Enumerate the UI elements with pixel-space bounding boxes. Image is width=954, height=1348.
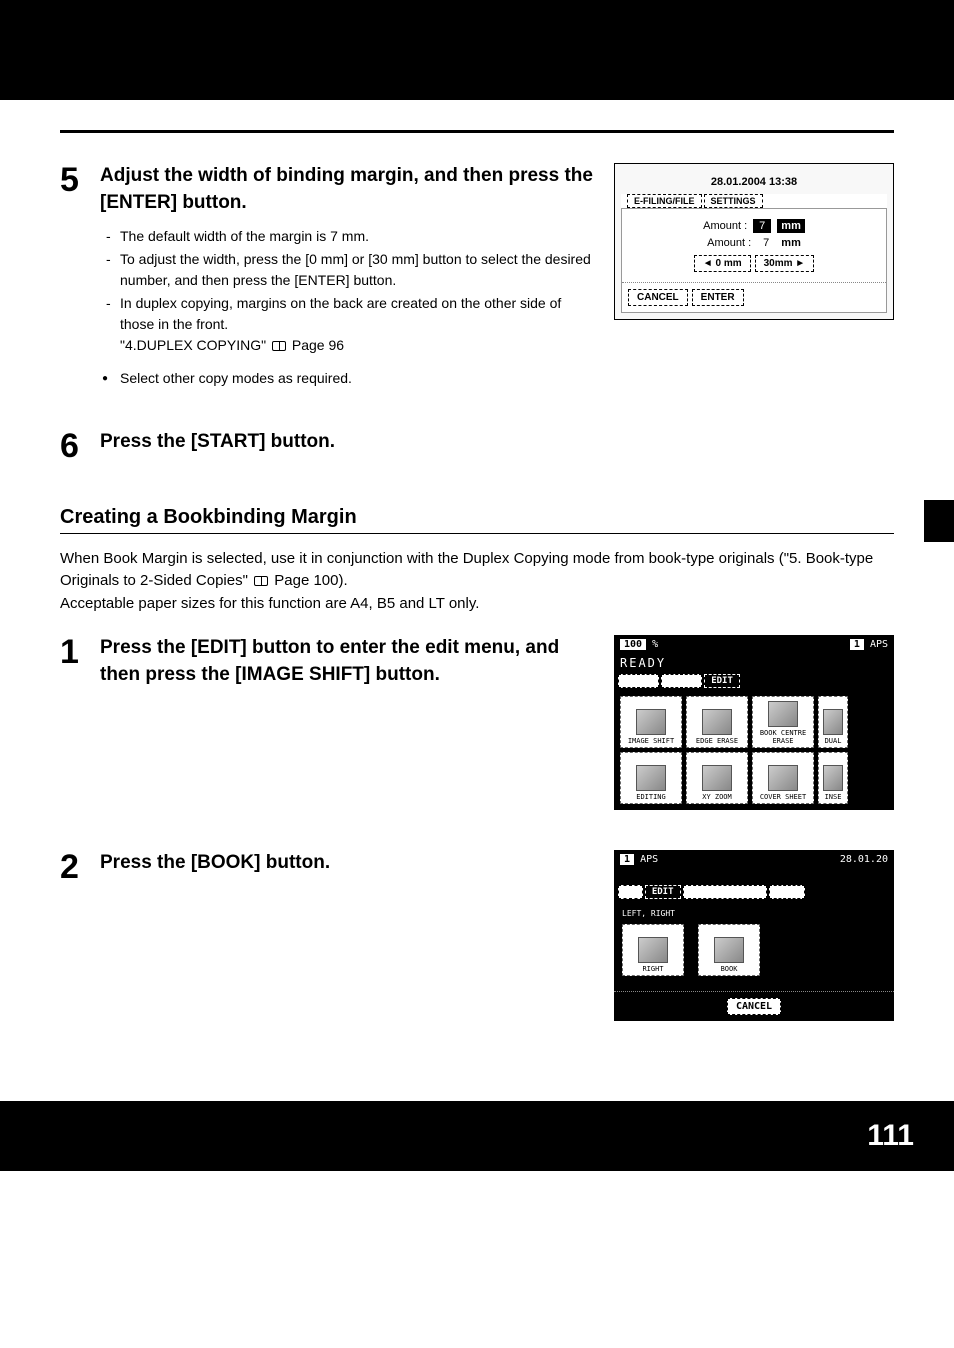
step-5-row: 5 Adjust the width of binding margin, an… [60, 163, 894, 389]
lcd-date: 28.01.20 [840, 854, 888, 865]
page-number: 111 [867, 1119, 914, 1153]
dot-bullet: Select other copy modes as required. [100, 368, 594, 389]
button-cover-sheet[interactable]: COVER SHEET [752, 752, 814, 804]
step-number-5: 5 [60, 163, 100, 197]
tab-basic[interactable]: BASIC [618, 674, 659, 688]
page-footer: 111 [0, 1101, 954, 1171]
intro-paragraph: When Book Margin is selected, use it in … [60, 548, 894, 616]
section-heading: Creating a Bookbinding Margin [60, 506, 894, 534]
aps-label: APS [640, 854, 658, 865]
ready-label: READY [614, 654, 894, 672]
lcd-screen-edit: 100 % 1 APS READY BASIC IMAGE EDIT IMAGE… [614, 635, 894, 810]
editing-icon [636, 765, 666, 791]
amount-value-1: 7 [753, 219, 771, 233]
left-right-label: LEFT, RIGHT [622, 909, 886, 918]
image-shift-icon [636, 709, 666, 735]
figure-screen-3: 1 APS 28.01.20 GE EDIT E-FILING/FILE SET… [614, 850, 894, 1021]
bullet-item: The default width of the margin is 7 mm. [100, 226, 594, 247]
button-inse[interactable]: INSE [818, 752, 848, 804]
button-cancel[interactable]: CANCEL [628, 289, 688, 306]
inse-icon [823, 765, 843, 791]
zoom-value: 100 [620, 639, 646, 650]
bullet-item: To adjust the width, press the [0 mm] or… [100, 249, 594, 291]
button-0mm[interactable]: ◄ 0 mm [694, 255, 751, 272]
button-editing[interactable]: EDITING [620, 752, 682, 804]
step-5-title: Adjust the width of binding margin, and … [100, 163, 594, 216]
reference-text: "4.DUPLEX COPYING" [120, 337, 266, 353]
amount-row-front: Amount : 7 mm [632, 219, 876, 233]
bullet-item: In duplex copying, margins on the back a… [100, 293, 594, 356]
tab-edit[interactable]: EDIT [704, 674, 740, 688]
top-rule [60, 130, 894, 133]
book-icon [272, 341, 286, 351]
tab-edit[interactable]: EDIT [645, 885, 681, 899]
step-2b-row: 2 Press the [BOOK] button. 1 APS 28.01.2… [60, 850, 894, 1021]
intro-text-2: Acceptable paper sizes for this function… [60, 595, 479, 612]
tab-efiling[interactable]: E-FILING/FILE [627, 194, 702, 208]
button-image-shift[interactable]: IMAGE SHIFT [620, 696, 682, 748]
amount-label: Amount : [707, 237, 751, 249]
step-1b-title: Press the [EDIT] button to enter the edi… [100, 635, 594, 688]
amount-value-2: 7 [757, 237, 775, 249]
step-number-6: 6 [60, 429, 100, 463]
reference-page: Page 96 [292, 337, 344, 353]
step-number-1b: 1 [60, 635, 100, 669]
step-1b-row: 1 Press the [EDIT] button to enter the e… [60, 635, 894, 810]
aps-label: APS [870, 639, 888, 650]
tab-sett[interactable]: SETT [769, 885, 805, 899]
tab-image[interactable]: IMAGE [661, 674, 702, 688]
step-6-title: Press the [START] button. [100, 429, 894, 456]
bullet-text: In duplex copying, margins on the back a… [120, 295, 561, 332]
button-xy-zoom[interactable]: XY ZOOM [686, 752, 748, 804]
xy-zoom-icon [702, 765, 732, 791]
lcd-tabs: E-FILING/FILE SETTINGS [621, 194, 887, 208]
intro-text-1: When Book Margin is selected, use it in … [60, 550, 873, 590]
step-5-bullets: The default width of the margin is 7 mm.… [100, 226, 594, 356]
button-book[interactable]: BOOK [698, 924, 760, 976]
cover-sheet-icon [768, 765, 798, 791]
book-centre-icon [768, 701, 798, 727]
tab-settings[interactable]: SETTINGS [704, 194, 763, 208]
dual-icon [823, 709, 843, 735]
tab-efiling[interactable]: E-FILING/FILE [683, 885, 767, 899]
copies-value: 1 [620, 854, 634, 865]
tab-ge[interactable]: GE [618, 885, 643, 899]
button-right[interactable]: RIGHT [622, 924, 684, 976]
button-cancel[interactable]: CANCEL [727, 998, 781, 1015]
button-edge-erase[interactable]: EDGE ERASE [686, 696, 748, 748]
amount-row-back: Amount : 7 mm [632, 237, 876, 249]
step-number-2b: 2 [60, 850, 100, 884]
book-icon [254, 576, 268, 586]
step-6-row: 6 Press the [START] button. [60, 429, 894, 466]
header-black-bar [0, 0, 954, 100]
book-option-icon [714, 937, 744, 963]
button-30mm[interactable]: 30mm ► [755, 255, 815, 272]
figure-screen-1: 28.01.2004 13:38 E-FILING/FILE SETTINGS … [614, 163, 894, 320]
copies-value: 1 [850, 639, 864, 650]
lcd-screen-book: 1 APS 28.01.20 GE EDIT E-FILING/FILE SET… [614, 850, 894, 1021]
right-icon [638, 937, 668, 963]
button-dual[interactable]: DUAL [818, 696, 848, 748]
edge-erase-icon [702, 709, 732, 735]
figure-screen-2: 100 % 1 APS READY BASIC IMAGE EDIT IMAGE… [614, 635, 894, 810]
amount-unit-1: mm [777, 219, 805, 233]
amount-label: Amount : [703, 220, 747, 232]
step-2b-title: Press the [BOOK] button. [100, 850, 594, 877]
amount-unit-2: mm [781, 237, 801, 249]
button-book-centre-erase[interactable]: BOOK CENTRE ERASE [752, 696, 814, 748]
zoom-pct: % [652, 639, 658, 650]
page-content: 5 Adjust the width of binding margin, an… [0, 100, 954, 1021]
button-enter[interactable]: ENTER [692, 289, 744, 306]
lcd-datetime: 28.01.2004 13:38 [621, 170, 887, 194]
intro-page-ref: Page 100). [274, 572, 347, 589]
